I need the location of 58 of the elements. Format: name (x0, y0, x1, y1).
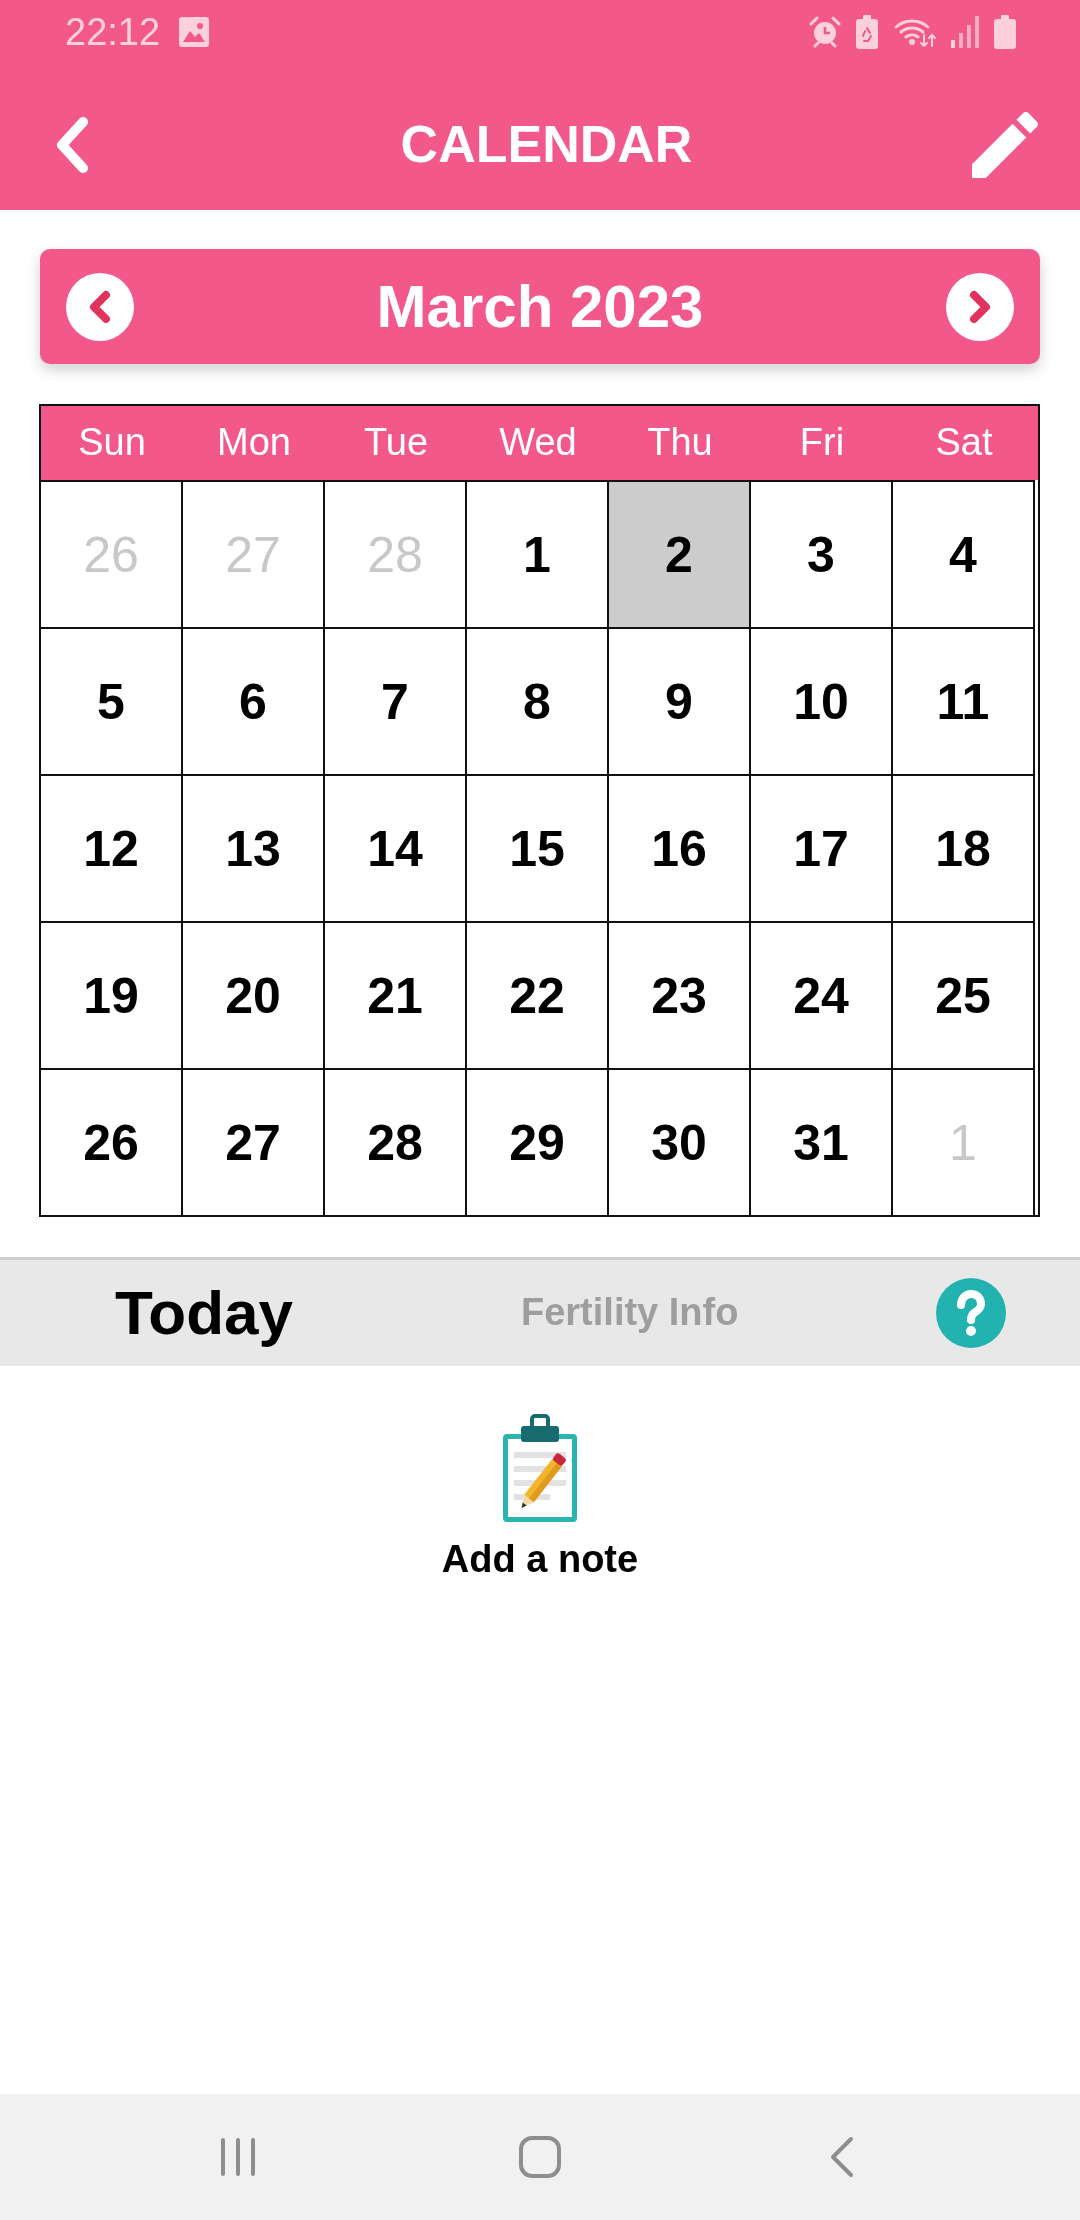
weekday-label: Tue (362, 422, 430, 464)
recent-apps-icon[interactable] (220, 2137, 256, 2177)
day-cell[interactable]: 29 (467, 1068, 609, 1215)
weekday-label: Sat (934, 422, 994, 464)
day-cell[interactable]: 24 (751, 921, 893, 1068)
day-cell[interactable]: 6 (183, 627, 325, 774)
chevron-right-icon (967, 289, 993, 324)
clipboard-pencil-icon (501, 1414, 579, 1524)
day-cell[interactable]: 11 (893, 627, 1035, 774)
weekday-label: Wed (498, 422, 578, 464)
signal-icon (951, 16, 979, 48)
day-cell[interactable]: 21 (325, 921, 467, 1068)
weekday-label: Mon (216, 422, 292, 464)
weekday-label: Sun (77, 422, 147, 464)
app-title: CALENDAR (400, 116, 693, 174)
add-note-button[interactable]: Add a note (441, 1414, 639, 1582)
day-cell[interactable]: 31 (751, 1068, 893, 1215)
status-time: 22:12 (65, 13, 161, 51)
home-icon[interactable] (518, 2135, 562, 2179)
tab[interactable]: Today (115, 1277, 293, 1349)
pencil-icon[interactable] (972, 112, 1038, 178)
gallery-icon (179, 17, 210, 47)
day-cell[interactable]: 18 (893, 774, 1035, 921)
day-cell[interactable]: 4 (893, 480, 1035, 627)
day-cell[interactable]: 25 (893, 921, 1035, 1068)
day-cell[interactable]: 5 (41, 627, 183, 774)
month-title: March 2023 (376, 273, 704, 340)
help-icon[interactable] (936, 1278, 1006, 1348)
day-cell[interactable]: 26 (41, 1068, 183, 1215)
day-cell[interactable]: 17 (751, 774, 893, 921)
day-cell[interactable]: 15 (467, 774, 609, 921)
day-cell[interactable]: 3 (751, 480, 893, 627)
day-cell[interactable]: 7 (325, 627, 467, 774)
day-cell[interactable]: 30 (609, 1068, 751, 1215)
day-cell[interactable]: 12 (41, 774, 183, 921)
day-cell[interactable]: 13 (183, 774, 325, 921)
weekday-label: Thu (646, 422, 714, 464)
day-cell[interactable]: 1 (467, 480, 609, 627)
day-cell[interactable]: 19 (41, 921, 183, 1068)
day-cell[interactable]: 27 (183, 1068, 325, 1215)
back-icon[interactable] (55, 116, 89, 174)
day-cell[interactable]: 22 (467, 921, 609, 1068)
day-cell[interactable]: 14 (325, 774, 467, 921)
day-cell[interactable]: 20 (183, 921, 325, 1068)
wifi-icon (893, 17, 937, 47)
battery-saver-icon (855, 15, 879, 49)
battery-icon (993, 15, 1017, 49)
back-icon[interactable] (829, 2136, 855, 2178)
weekday-label: Fri (798, 422, 846, 464)
day-cell[interactable]: 8 (467, 627, 609, 774)
day-cell[interactable]: 16 (609, 774, 751, 921)
day-cell[interactable]: 9 (609, 627, 751, 774)
day-cell[interactable]: 2 (609, 480, 751, 627)
day-cell[interactable]: 10 (751, 627, 893, 774)
alarm-icon (809, 16, 841, 48)
day-cell[interactable]: 23 (609, 921, 751, 1068)
day-cell[interactable]: 28 (325, 1068, 467, 1215)
chevron-left-icon (87, 289, 113, 324)
